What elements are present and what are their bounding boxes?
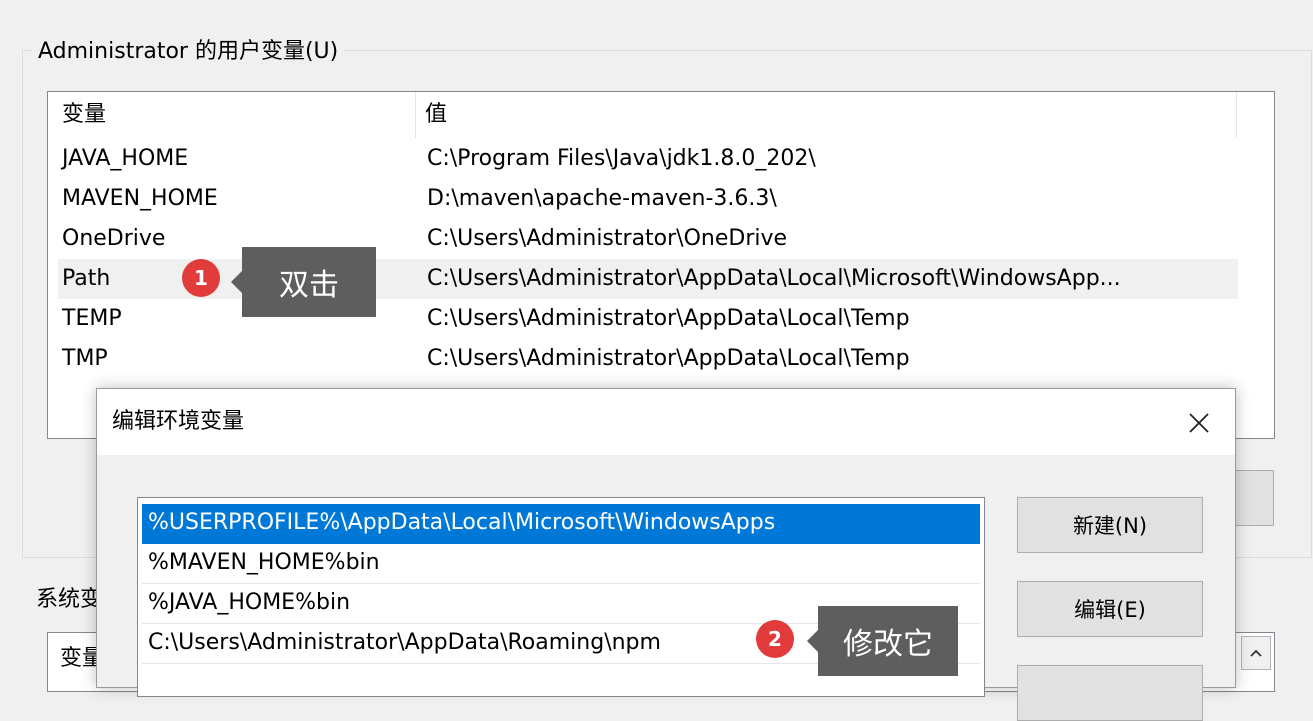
user-variables-list[interactable]: 变量 值 JAVA_HOME C:\Program Files\Java\jdk… [47,91,1275,439]
variable-name: TEMP [62,306,122,331]
column-header-value[interactable]: 值 [425,100,447,130]
step-2-callout: 修改它 [807,606,958,676]
variable-value: C:\Users\Administrator\AppData\Local\Tem… [427,306,910,331]
variable-value: D:\maven\apache-maven-3.6.3\ [427,186,777,211]
step-2-badge: 2 [756,620,794,658]
close-button[interactable] [1179,403,1219,443]
new-button[interactable]: 新建(N) [1017,497,1203,553]
path-entry-text: C:\Users\Administrator\AppData\Roaming\n… [148,630,661,655]
variable-row-maven-home[interactable]: MAVEN_HOME D:\maven\apache-maven-3.6.3\ [58,179,1238,219]
column-divider[interactable] [1236,92,1237,138]
path-entry-text: %JAVA_HOME%bin [148,590,351,615]
user-variables-action-button[interactable] [1232,470,1274,526]
variable-value: C:\Users\Administrator\OneDrive [427,226,788,251]
variable-row-onedrive[interactable]: OneDrive C:\Users\Administrator\OneDrive [58,219,1238,259]
path-entry-text: %MAVEN_HOME%bin [148,550,380,575]
scroll-up-button[interactable] [1241,636,1271,670]
path-entry[interactable]: %USERPROFILE%\AppData\Local\Microsoft\Wi… [142,504,980,544]
step-1-badge: 1 [182,259,220,297]
edit-environment-variable-dialog: 编辑环境变量 %USERPROFILE%\AppData\Local\Micro… [96,388,1236,721]
variable-row-java-home[interactable]: JAVA_HOME C:\Program Files\Java\jdk1.8.0… [58,139,1238,179]
step-1-callout: 双击 [231,247,376,317]
list-header: 变量 值 [48,92,1274,138]
variable-name: MAVEN_HOME [62,186,218,211]
variable-row-temp[interactable]: TEMP C:\Users\Administrator\AppData\Loca… [58,299,1238,339]
system-variables-title: 系统变 [32,582,107,618]
variable-name: Path [62,266,111,291]
variable-value: C:\Program Files\Java\jdk1.8.0_202\ [427,146,816,171]
dialog-title: 编辑环境变量 [112,409,245,434]
variable-value: C:\Users\Administrator\AppData\Local\Tem… [427,346,910,371]
column-header-name[interactable]: 变量 [62,100,106,130]
edit-button[interactable]: 编辑(E) [1017,581,1203,637]
variable-row-tmp[interactable]: TMP C:\Users\Administrator\AppData\Local… [58,339,1238,379]
user-variables-title: Administrator 的用户变量(U) [32,34,345,70]
chevron-up-icon [1250,649,1262,657]
variable-value: C:\Users\Administrator\AppData\Local\Mic… [427,266,1121,291]
variable-name: JAVA_HOME [62,146,189,171]
variable-name: TMP [62,346,108,371]
column-divider[interactable] [415,92,416,138]
variable-name: OneDrive [62,226,166,251]
path-entry-text: %USERPROFILE%\AppData\Local\Microsoft\Wi… [148,510,776,535]
path-entry[interactable]: %MAVEN_HOME%bin [142,544,980,584]
browse-button[interactable] [1017,665,1203,721]
close-icon [1189,413,1209,433]
dialog-titlebar[interactable]: 编辑环境变量 [97,389,1235,455]
